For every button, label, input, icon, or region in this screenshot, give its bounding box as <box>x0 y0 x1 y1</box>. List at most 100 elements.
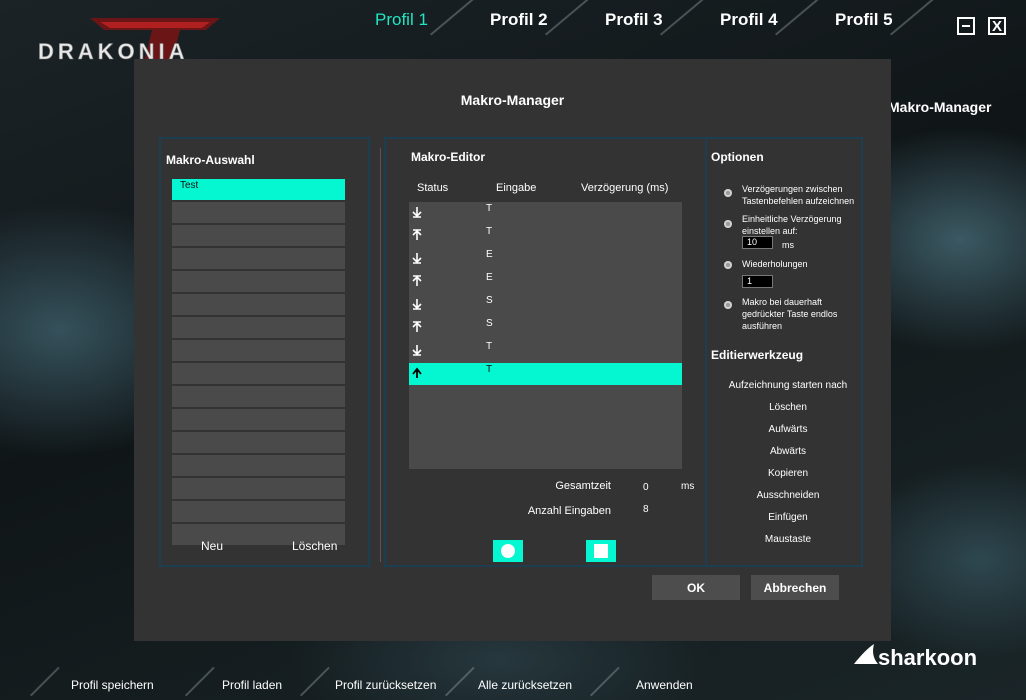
record-delays-radio[interactable] <box>724 189 732 197</box>
minimize-button[interactable] <box>957 17 975 35</box>
ok-button[interactable]: OK <box>652 575 740 600</box>
total-time-unit: ms <box>681 481 695 492</box>
column-eingabe: Eingabe <box>496 182 537 194</box>
macro-item[interactable] <box>172 202 345 223</box>
macro-event-list[interactable]: T T E E S S T T <box>409 202 682 469</box>
event-row-selected[interactable]: T <box>409 363 682 385</box>
save-profile-button[interactable]: Profil speichern <box>71 678 154 692</box>
arrow-up-icon <box>412 275 422 286</box>
macro-item[interactable] <box>172 294 345 315</box>
repetitions-radio[interactable] <box>724 261 732 269</box>
tab-profil-3[interactable]: Profil 3 <box>605 10 663 30</box>
macro-item[interactable] <box>172 432 345 453</box>
options-title: Optionen <box>711 150 764 164</box>
arrow-up-icon <box>412 229 422 240</box>
new-macro-button[interactable]: Neu <box>201 539 223 553</box>
arrow-up-icon <box>412 321 422 332</box>
event-row[interactable]: T <box>409 225 682 247</box>
macro-item[interactable] <box>172 409 345 430</box>
event-input: T <box>486 364 493 375</box>
event-row[interactable]: T <box>409 340 682 362</box>
event-row[interactable]: E <box>409 248 682 270</box>
event-input: T <box>486 226 493 237</box>
macro-select-title: Makro-Auswahl <box>166 153 255 167</box>
background-title: Makro-Manager <box>888 99 992 115</box>
endless-label: Makro bei dauerhaft gedrückter Taste end… <box>742 297 838 331</box>
paste-button[interactable]: Einfügen <box>708 512 868 523</box>
tab-profil-4[interactable]: Profil 4 <box>720 10 778 30</box>
panel-divider <box>380 148 381 562</box>
close-icon: X <box>991 17 1002 35</box>
brand-text: sharkoon <box>878 645 977 670</box>
input-count-label: Anzahl Eingaben <box>527 505 611 517</box>
macro-item[interactable] <box>172 478 345 499</box>
column-status: Status <box>417 182 449 194</box>
endless-radio[interactable] <box>724 301 732 309</box>
minimize-icon <box>962 25 970 27</box>
uniform-delay-radio[interactable] <box>724 220 732 228</box>
event-row[interactable]: S <box>409 294 682 316</box>
event-input: S <box>486 295 493 306</box>
delete-event-button[interactable]: Löschen <box>708 402 868 413</box>
load-profile-button[interactable]: Profil laden <box>222 678 282 692</box>
arrow-down-icon <box>412 299 422 310</box>
sharkoon-logo: sharkoon <box>854 644 977 670</box>
tab-profil-2[interactable]: Profil 2 <box>490 10 548 30</box>
total-time-label: Gesamtzeit <box>555 480 611 492</box>
arrow-down-icon <box>412 345 422 356</box>
event-input: T <box>486 203 493 214</box>
move-up-button[interactable]: Aufwärts <box>708 424 868 435</box>
arrow-up-icon <box>412 367 422 378</box>
macro-item[interactable] <box>172 501 345 522</box>
uniform-delay-unit: ms <box>782 240 794 250</box>
uniform-delay-label: Einheitliche Verzögerung einstellen auf: <box>742 214 842 236</box>
macro-item[interactable] <box>172 455 345 476</box>
record-delays-label: Verzögerungen zwischen Tastenbefehlen au… <box>742 184 855 206</box>
cut-button[interactable]: Ausschneiden <box>708 490 868 501</box>
repetitions-input[interactable]: 1 <box>742 275 773 288</box>
reset-profile-button[interactable]: Profil zurücksetzen <box>335 678 436 692</box>
record-button[interactable] <box>493 540 523 562</box>
stop-button[interactable] <box>586 540 616 562</box>
event-row[interactable]: E <box>409 271 682 293</box>
macro-item[interactable] <box>172 317 345 338</box>
macro-item[interactable] <box>172 340 345 361</box>
edit-tools-title: Editierwerkzeug <box>711 348 804 362</box>
options-divider <box>705 139 707 565</box>
macro-list[interactable]: Test <box>172 179 345 547</box>
event-input: T <box>486 341 493 352</box>
close-button[interactable]: X <box>988 17 1006 35</box>
macro-item[interactable] <box>172 386 345 407</box>
copy-button[interactable]: Kopieren <box>708 468 868 479</box>
input-count-value: 8 <box>643 504 649 515</box>
record-icon <box>501 544 515 558</box>
macro-item[interactable] <box>172 225 345 246</box>
arrow-down-icon <box>412 207 422 218</box>
start-recording-after-button[interactable]: Aufzeichnung starten nach <box>708 380 868 391</box>
macro-editor-title: Makro-Editor <box>411 150 486 164</box>
macro-item-test[interactable]: Test <box>172 179 345 200</box>
move-down-button[interactable]: Abwärts <box>708 446 868 457</box>
apply-button[interactable]: Anwenden <box>636 678 693 692</box>
reset-all-button[interactable]: Alle zurücksetzen <box>478 678 572 692</box>
event-row[interactable]: T <box>409 202 682 224</box>
repetitions-label: Wiederholungen <box>742 259 808 269</box>
event-input: E <box>486 249 493 260</box>
column-verzoegerung: Verzögerung (ms) <box>581 182 669 194</box>
cancel-button[interactable]: Abbrechen <box>751 575 839 600</box>
macro-item[interactable] <box>172 248 345 269</box>
total-time-value: 0 <box>643 482 649 493</box>
uniform-delay-input[interactable]: 10 <box>742 236 773 249</box>
makro-manager-dialog: Makro-Manager Makro-Auswahl Test Neu Lös… <box>134 59 891 641</box>
event-input: S <box>486 318 493 329</box>
event-row[interactable]: S <box>409 317 682 339</box>
tab-profil-1[interactable]: Profil 1 <box>375 10 428 30</box>
arrow-down-icon <box>412 253 422 264</box>
tab-profil-5[interactable]: Profil 5 <box>835 10 893 30</box>
delete-macro-button[interactable]: Löschen <box>292 539 337 553</box>
dialog-title: Makro-Manager <box>460 92 565 108</box>
macro-item[interactable] <box>172 363 345 384</box>
stop-icon <box>594 544 608 558</box>
macro-item[interactable] <box>172 271 345 292</box>
mouse-button-button[interactable]: Maustaste <box>708 534 868 545</box>
